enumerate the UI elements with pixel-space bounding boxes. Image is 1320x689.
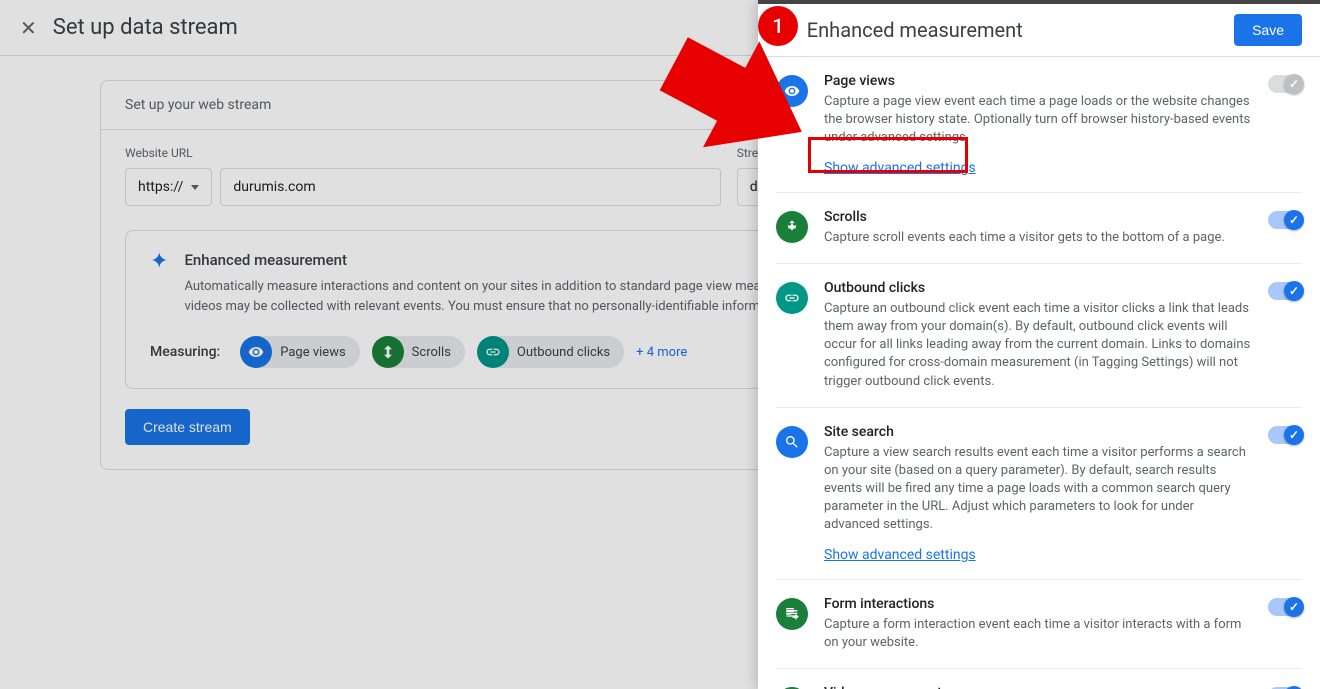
item-desc: Capture a view search results event each…: [824, 444, 1252, 535]
link-icon: [776, 282, 808, 314]
item-site-search: Site search Capture a view search results…: [776, 408, 1302, 580]
annotation-badge: 1: [758, 6, 798, 46]
item-desc: Capture a page view event each time a pa…: [824, 93, 1252, 148]
item-title: Form interactions: [824, 596, 1252, 612]
item-scrolls: Scrolls Capture scroll events each time a…: [776, 193, 1302, 264]
toggle-scrolls[interactable]: [1268, 211, 1302, 229]
toggle-page-views: [1268, 75, 1302, 93]
show-advanced-link[interactable]: Show advanced settings: [824, 160, 976, 176]
item-desc: Capture scroll events each time a visito…: [824, 229, 1252, 247]
scroll-icon: [776, 211, 808, 243]
search-icon: [776, 426, 808, 458]
eye-icon: [776, 75, 808, 107]
panel-title: Enhanced measurement: [807, 18, 1220, 42]
item-title: Site search: [824, 424, 1252, 440]
save-button[interactable]: Save: [1234, 14, 1302, 46]
item-title: Video engagement: [824, 685, 1252, 689]
item-title: Outbound clicks: [824, 280, 1252, 296]
item-page-views: Page views Capture a page view event each…: [776, 57, 1302, 193]
panel-body: Page views Capture a page view event each…: [758, 57, 1320, 689]
toggle-form-interactions[interactable]: [1268, 598, 1302, 616]
enhanced-measurement-panel: ✕ Enhanced measurement Save Page views Ca…: [758, 0, 1320, 689]
item-video-engagement: Video engagementCapture video play, prog…: [776, 669, 1302, 689]
item-outbound-clicks: Outbound clicks Capture an outbound click…: [776, 264, 1302, 408]
panel-header: ✕ Enhanced measurement Save: [758, 4, 1320, 57]
toggle-outbound-clicks[interactable]: [1268, 282, 1302, 300]
item-desc: Capture a form interaction event each ti…: [824, 616, 1252, 652]
item-form-interactions: Form interactions Capture a form interact…: [776, 580, 1302, 669]
item-title: Scrolls: [824, 209, 1252, 225]
item-title: Page views: [824, 73, 1252, 89]
toggle-site-search[interactable]: [1268, 426, 1302, 444]
form-icon: [776, 598, 808, 630]
show-advanced-link[interactable]: Show advanced settings: [824, 547, 976, 563]
item-desc: Capture an outbound click event each tim…: [824, 300, 1252, 391]
